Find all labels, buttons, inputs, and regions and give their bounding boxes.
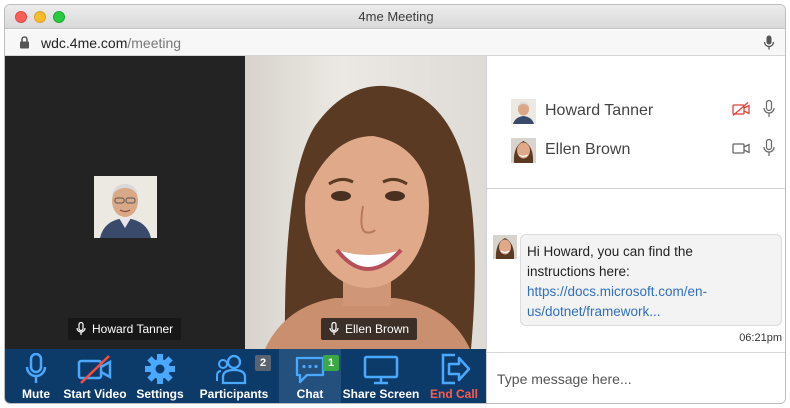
mute-button[interactable]: Mute <box>13 349 59 403</box>
participant-row[interactable]: Howard Tanner <box>487 97 785 127</box>
message-text: instructions here: <box>527 264 630 279</box>
message-input[interactable] <box>487 353 785 403</box>
avatar-howard <box>94 176 157 238</box>
url-host: wdc.4me.com <box>41 35 128 51</box>
exit-icon <box>429 353 479 385</box>
settings-button[interactable]: Settings <box>135 349 185 403</box>
video-tile-ellen[interactable]: Ellen Brown <box>245 56 486 349</box>
address-bar[interactable]: wdc.4me.com/meeting <box>5 30 785 56</box>
start-video-label: Start Video <box>63 387 127 401</box>
window-title: 4me Meeting <box>358 9 434 24</box>
url-path: /meeting <box>127 35 182 51</box>
settings-label: Settings <box>136 387 184 401</box>
avatar <box>511 138 536 163</box>
share-screen-label: Share Screen <box>342 387 420 401</box>
chat-button[interactable]: 1 Chat <box>279 349 341 403</box>
mic-icon[interactable] <box>763 35 775 56</box>
name-tag-ellen: Ellen Brown <box>321 318 418 340</box>
mic-icon[interactable] <box>763 99 775 123</box>
name-tag-label: Howard Tanner <box>92 322 174 336</box>
end-call-label: End Call <box>429 387 478 401</box>
side-panel: Howard Tanner Ellen Brown Hi Howard, you… <box>486 56 785 403</box>
name-tag-howard: Howard Tanner <box>68 318 182 340</box>
message-link[interactable]: https://docs.microsoft.com/en- <box>527 282 775 302</box>
message-timestamp: 06:21pm <box>739 332 782 344</box>
share-screen-button[interactable]: Share Screen <box>343 349 419 403</box>
gear-icon <box>135 353 185 385</box>
avatar <box>493 235 517 259</box>
message-text: Hi Howard, you can find the <box>527 244 693 259</box>
call-toolbar: Mute Start Video Settings 2 Participants <box>5 349 486 403</box>
video-camera-icon[interactable] <box>732 141 750 160</box>
start-video-button[interactable]: Start Video <box>63 349 127 403</box>
participant-name: Ellen Brown <box>545 141 631 158</box>
monitor-icon <box>345 353 417 385</box>
video-off-icon <box>63 353 127 385</box>
video-area: Howard Tanner Ellen Brown <box>5 56 486 349</box>
meeting-window: 4me Meeting wdc.4me.com/meeting Howard T… <box>4 4 786 404</box>
chat-message-bubble: Hi Howard, you can find the instructions… <box>520 234 782 326</box>
mic-icon[interactable] <box>763 138 775 162</box>
video-tile-howard[interactable]: Howard Tanner <box>5 56 245 349</box>
participant-name: Howard Tanner <box>545 102 654 119</box>
name-tag-label: Ellen Brown <box>345 322 410 336</box>
participant-row[interactable]: Ellen Brown <box>487 136 785 166</box>
avatar <box>511 99 536 124</box>
message-input-area <box>487 352 785 403</box>
lock-icon <box>19 36 30 54</box>
end-call-button[interactable]: End Call <box>429 349 479 403</box>
message-link[interactable]: us/dotnet/framework... <box>527 302 775 322</box>
url-text[interactable]: wdc.4me.com/meeting <box>41 35 181 51</box>
chat-count-badge: 1 <box>323 355 339 371</box>
title-bar: 4me Meeting <box>5 5 785 29</box>
participants-label: Participants <box>199 387 269 401</box>
mic-icon <box>13 352 59 385</box>
participants-count-badge: 2 <box>255 355 271 371</box>
video-off-icon[interactable] <box>732 102 750 121</box>
ellen-video-image <box>265 85 475 349</box>
chat-panel: Hi Howard, you can find the instructions… <box>487 190 785 350</box>
participant-list: Howard Tanner Ellen Brown <box>487 56 785 189</box>
participants-button[interactable]: 2 Participants <box>199 349 271 403</box>
